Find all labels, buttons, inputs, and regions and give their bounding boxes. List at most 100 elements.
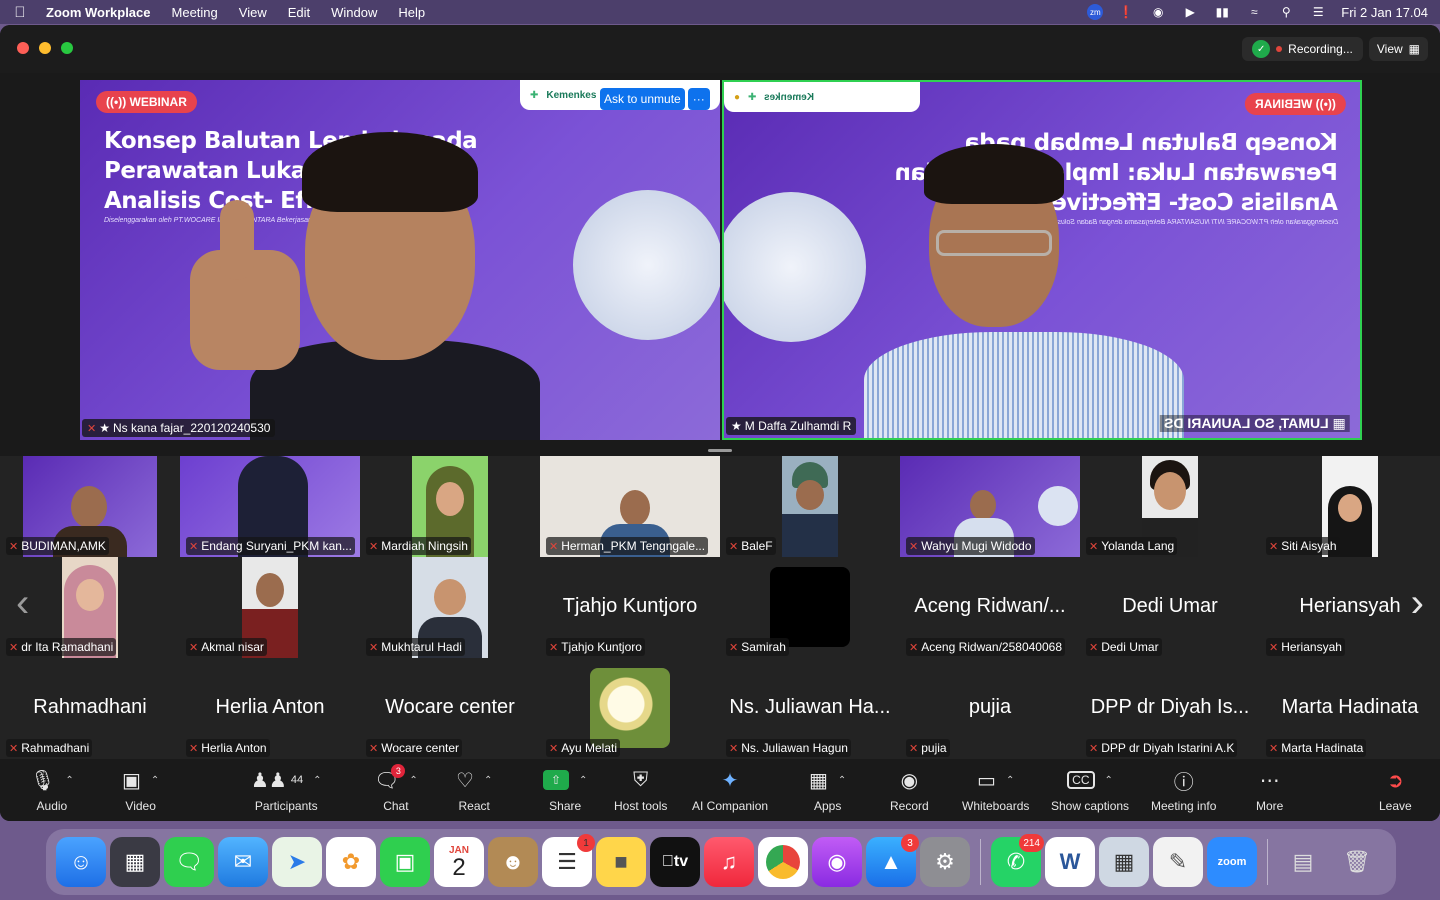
gallery-tile[interactable]: Wocare center ✕ Wocare center <box>360 658 540 759</box>
gallery-tile[interactable]: Dedi Umar ✕ Dedi Umar <box>1080 557 1260 658</box>
minimize-window-button[interactable] <box>39 42 51 54</box>
video-button[interactable]: ▣ ⌃ Video <box>122 767 159 814</box>
participants-options-caret-icon[interactable]: ⌃ <box>313 775 321 786</box>
control-center-icon[interactable]: ☰ <box>1309 5 1327 19</box>
zoom-status-icon[interactable]: zm <box>1087 4 1104 20</box>
recording-indicator[interactable]: ✓ Recording... <box>1242 37 1363 61</box>
gallery-tile[interactable]: ✕ Wahyu Mugi Widodo <box>900 456 1080 557</box>
video-tile-left[interactable]: ((•)) WEBINAR Konsep Balutan Lembab pada… <box>80 80 720 440</box>
captions-options-caret-icon[interactable]: ⌃ <box>1105 775 1113 786</box>
maximize-window-button[interactable] <box>61 42 73 54</box>
video-tile-right-active-speaker[interactable]: ● ✚ Kemenkes ((•)) WEBINAR Konsep Baluta… <box>722 80 1362 440</box>
gallery-resize-handle[interactable] <box>708 449 732 452</box>
record-button[interactable]: ◉ Record <box>890 767 929 814</box>
gallery-tile[interactable]: Marta Hadinata ✕ Marta Hadinata <box>1260 658 1440 759</box>
video-options-caret-icon[interactable]: ⌃ <box>151 775 159 786</box>
apps-button[interactable]: ▦ ⌃ Apps <box>809 767 846 814</box>
apple-tv-icon[interactable]: tv <box>650 837 700 887</box>
spotlight-search-icon[interactable]: ⚲ <box>1277 5 1295 19</box>
gallery-tile[interactable]: ✕ BaleF <box>720 456 900 557</box>
photos-icon[interactable]: ✿ <box>326 837 376 887</box>
finder-icon[interactable]: ☺ <box>56 837 106 887</box>
gallery-tile[interactable]: ✕ Yolanda Lang <box>1080 456 1260 557</box>
close-window-button[interactable] <box>17 42 29 54</box>
gallery-tile[interactable]: Tjahjo Kuntjoro ✕ Tjahjo Kuntjoro <box>540 557 720 658</box>
launchpad-icon[interactable]: ▦ <box>110 837 160 887</box>
share-options-caret-icon[interactable]: ⌃ <box>579 775 587 786</box>
apps-options-caret-icon[interactable]: ⌃ <box>838 775 846 786</box>
audio-options-caret-icon[interactable]: ⌃ <box>65 775 73 786</box>
participant-video <box>782 456 838 557</box>
gallery-tile[interactable]: ✕ Samirah <box>720 557 900 658</box>
airdrop-icon[interactable]: ◉ <box>1149 5 1167 19</box>
app-store-icon[interactable]: ▲ 3 <box>866 834 919 887</box>
menu-view[interactable]: View <box>239 5 267 20</box>
gallery-tile[interactable]: ✕ Herman_PKM Tengngale... <box>540 456 720 557</box>
webinar-badge: ((•)) WEBINAR <box>96 91 197 113</box>
ask-to-unmute-button[interactable]: Ask to unmute <box>600 88 685 110</box>
menu-window[interactable]: Window <box>331 5 377 20</box>
notes-icon[interactable]: ■ <box>596 837 646 887</box>
menu-meeting[interactable]: Meeting <box>172 5 218 20</box>
view-button[interactable]: View ▦ <box>1368 37 1428 61</box>
react-button[interactable]: ♡ ⌃ React <box>456 767 492 814</box>
downloads-stack-icon[interactable]: ▤ <box>1278 837 1328 887</box>
chat-button[interactable]: 🗨 3 ⌃ Chat <box>374 763 418 813</box>
more-options-button[interactable]: ··· <box>687 88 710 110</box>
facetime-icon[interactable]: ▣ <box>380 837 430 887</box>
gallery-tile[interactable]: ✕ Akmal nisar <box>180 557 360 658</box>
gallery-tile[interactable]: ✕ Mardiah Ningsih <box>360 456 540 557</box>
messages-icon[interactable]: 🗨 <box>164 837 214 887</box>
apple-icon[interactable]:  <box>12 4 28 21</box>
chat-options-caret-icon[interactable]: ⌃ <box>409 775 417 786</box>
gallery-next-page-icon[interactable]: › <box>1411 581 1424 626</box>
menu-app-name[interactable]: Zoom Workplace <box>46 5 151 20</box>
react-options-caret-icon[interactable]: ⌃ <box>484 775 492 786</box>
reminders-icon[interactable]: ☰ 1 <box>542 834 595 887</box>
gallery-tile[interactable]: ✕ BUDIMAN,AMK <box>0 456 180 557</box>
mail-icon[interactable]: ✉ <box>218 837 268 887</box>
leave-button[interactable]: ➲ Leave <box>1379 767 1412 814</box>
preview-icon[interactable]: ▦ <box>1099 837 1149 887</box>
show-captions-button[interactable]: CC ⌃ Show captions <box>1051 767 1129 813</box>
menu-help[interactable]: Help <box>398 5 425 20</box>
whiteboards-options-caret-icon[interactable]: ⌃ <box>1006 775 1014 786</box>
zoom-app-icon[interactable]: zoom <box>1207 837 1257 887</box>
more-button[interactable]: ⋯ More <box>1256 767 1283 814</box>
contacts-icon[interactable]: ☻ <box>488 837 538 887</box>
microsoft-word-icon[interactable]: W <box>1045 837 1095 887</box>
gallery-tile[interactable]: ✕ Ayu Melati <box>540 658 720 759</box>
gallery-tile[interactable]: ✕ Mukhtarul Hadi <box>360 557 540 658</box>
gallery-tile[interactable]: Ns. Juliawan Ha... ✕ Ns. Juliawan Hagun <box>720 658 900 759</box>
audio-button[interactable]: 🎙 ⌃ Audio <box>30 767 74 814</box>
gallery-tile[interactable]: Rahmadhani ✕ Rahmadhani <box>0 658 180 759</box>
chrome-icon[interactable] <box>758 837 808 887</box>
gallery-prev-page-icon[interactable]: ‹ <box>16 581 29 626</box>
music-icon[interactable]: ♫ <box>704 837 754 887</box>
podcasts-icon[interactable]: ◉ <box>812 837 862 887</box>
trash-icon[interactable]: 🗑 <box>1332 837 1382 887</box>
maps-icon[interactable]: ➤ <box>272 837 322 887</box>
host-tools-button[interactable]: ⛨ Host tools <box>614 767 667 814</box>
textedit-icon[interactable]: ✎ <box>1153 837 1203 887</box>
alert-icon[interactable]: ❗ <box>1117 5 1135 19</box>
meeting-info-button[interactable]: ⓘ Meeting info <box>1151 767 1216 814</box>
whiteboards-button[interactable]: ▭ ⌃ Whiteboards <box>962 767 1029 814</box>
gallery-tile[interactable]: pujia ✕ pujia <box>900 658 1080 759</box>
share-button[interactable]: ⇧ ⌃ Share <box>543 767 587 813</box>
menu-edit[interactable]: Edit <box>288 5 310 20</box>
system-settings-icon[interactable]: ⚙ <box>920 837 970 887</box>
wifi-icon[interactable]: ≈ <box>1245 5 1263 19</box>
gallery-tile[interactable]: Aceng Ridwan/... ✕ Aceng Ridwan/258040068 <box>900 557 1080 658</box>
ai-companion-button[interactable]: ✦ AI Companion <box>692 767 768 814</box>
gallery-tile[interactable]: ✕ Siti Aisyah <box>1260 456 1440 557</box>
gallery-tile[interactable]: Herlia Anton ✕ Herlia Anton <box>180 658 360 759</box>
whatsapp-icon[interactable]: ✆ 214 <box>991 834 1044 887</box>
calendar-icon[interactable]: JAN 2 <box>434 837 484 887</box>
battery-icon[interactable]: ▮▮ <box>1213 5 1231 19</box>
menubar-clock[interactable]: Fri 2 Jan 17.04 <box>1341 5 1428 20</box>
gallery-tile[interactable]: ✕ Endang Suryani_PKM kan... <box>180 456 360 557</box>
play-circle-icon[interactable]: ▶ <box>1181 5 1199 19</box>
participants-button[interactable]: ♟♟ 44 ⌃ Participants <box>251 767 322 814</box>
gallery-tile[interactable]: DPP dr Diyah Is... ✕ DPP dr Diyah Istarin… <box>1080 658 1260 759</box>
